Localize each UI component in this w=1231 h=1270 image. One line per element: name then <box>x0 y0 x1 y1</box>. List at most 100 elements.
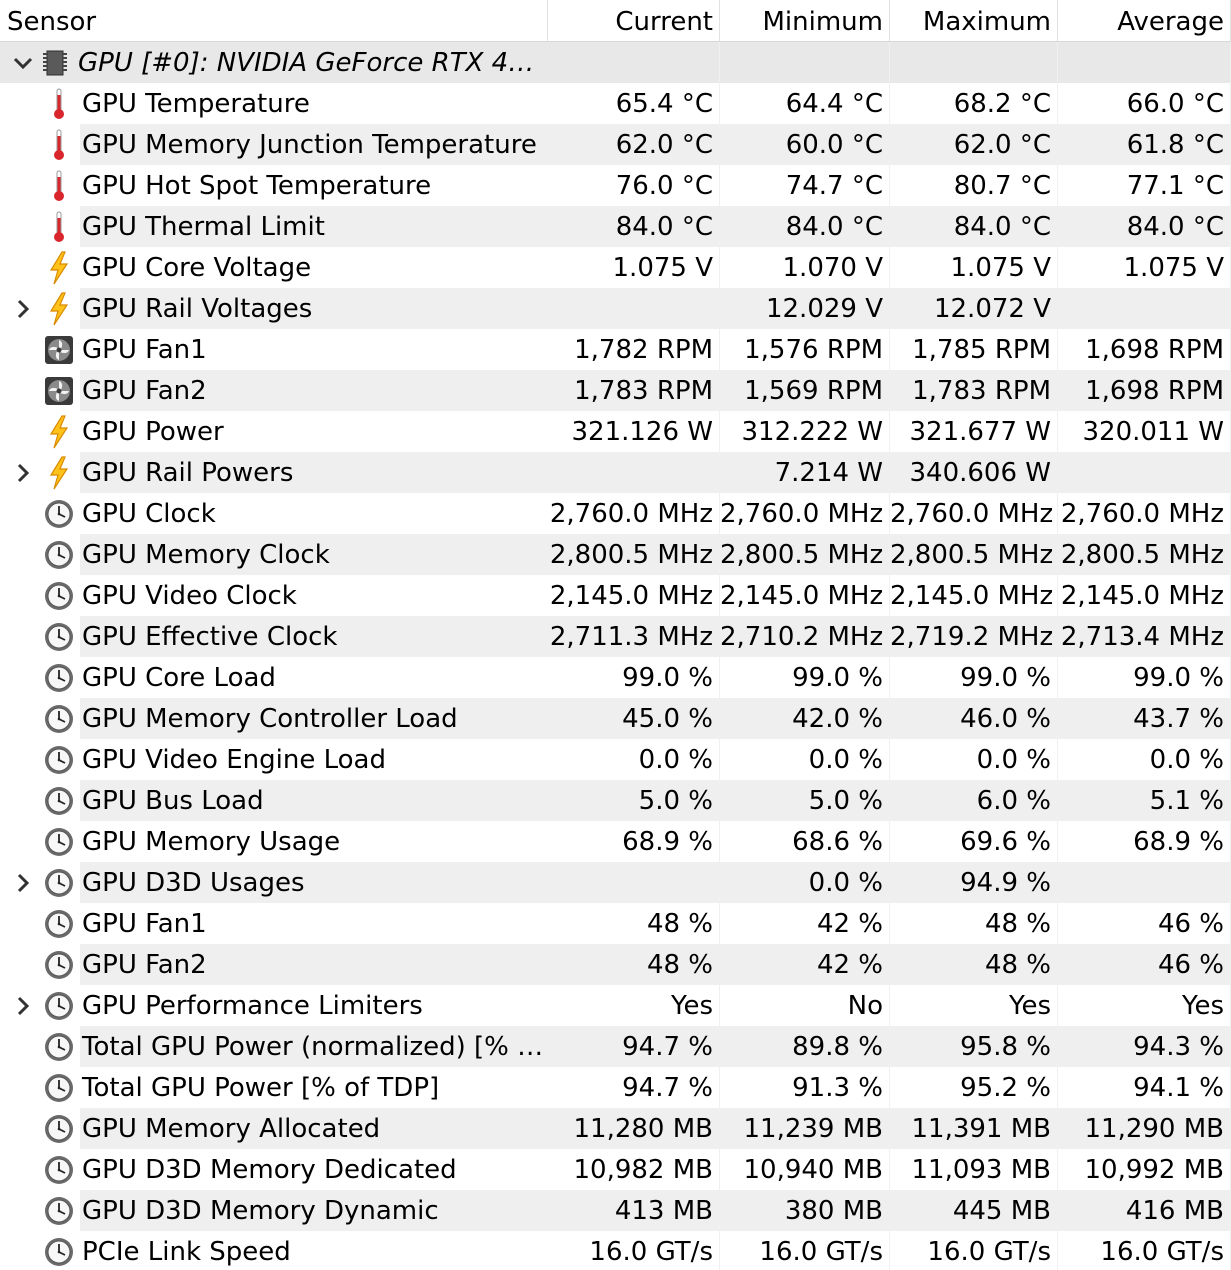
table-row[interactable]: GPU D3D Usages 0.0 % 94.9 % <box>0 862 1231 903</box>
sensor-label: GPU Bus Load <box>80 780 548 821</box>
value-maximum: 321.677 W <box>890 411 1058 452</box>
value-maximum: 94.9 % <box>890 862 1058 903</box>
table-row[interactable]: Total GPU Power [% of TDP] 94.7 % 91.3 % 95… <box>0 1067 1231 1108</box>
value-average: 0.0 % <box>1058 739 1231 780</box>
value-minimum: 7.214 W <box>720 452 890 493</box>
value-average: 2,800.5 MHz <box>1058 534 1231 575</box>
column-header-minimum[interactable]: Minimum <box>720 0 890 41</box>
value-maximum: 2,800.5 MHz <box>890 534 1058 575</box>
value-average: 94.1 % <box>1058 1067 1231 1108</box>
table-row[interactable]: GPU D3D Memory Dedicated 10,982 MB 10,940 … <box>0 1149 1231 1190</box>
value-minimum: 11,239 MB <box>720 1108 890 1149</box>
table-row[interactable]: GPU Performance Limiters Yes No Yes Yes <box>0 985 1231 1026</box>
column-header-average[interactable]: Average <box>1058 0 1231 41</box>
sensor-label: GPU D3D Memory Dynamic <box>80 1190 548 1231</box>
value-current: 2,145.0 MHz <box>548 575 720 616</box>
value-average: 11,290 MB <box>1058 1108 1231 1149</box>
table-row[interactable]: GPU Core Voltage 1.075 V 1.070 V 1.075 V 1.0… <box>0 247 1231 288</box>
value-average: 2,760.0 MHz <box>1058 493 1231 534</box>
sensor-label: GPU Memory Controller Load <box>80 698 548 739</box>
table-row[interactable]: GPU Fan2 1,783 RPM 1,569 RPM 1,783 RPM 1,698… <box>0 370 1231 411</box>
table-row[interactable]: GPU Rail Powers 7.214 W 340.606 W <box>0 452 1231 493</box>
table-row[interactable]: GPU Temperature 65.4 °C 64.4 °C 68.2 °C 66.0… <box>0 83 1231 124</box>
table-row[interactable]: GPU Memory Allocated 11,280 MB 11,239 MB 11… <box>0 1108 1231 1149</box>
fan-icon <box>42 333 76 367</box>
value-current: 99.0 % <box>548 657 720 698</box>
table-row[interactable]: GPU Video Engine Load 0.0 % 0.0 % 0.0 % 0.0 … <box>0 739 1231 780</box>
value-average: 5.1 % <box>1058 780 1231 821</box>
value-current: 65.4 °C <box>548 83 720 124</box>
value-maximum: 1.075 V <box>890 247 1058 288</box>
value-minimum: 68.6 % <box>720 821 890 862</box>
value-current <box>548 452 720 493</box>
sensor-label: GPU D3D Usages <box>80 862 548 903</box>
table-row[interactable]: GPU Video Clock 2,145.0 MHz 2,145.0 MHz 2,1… <box>0 575 1231 616</box>
value-current: 45.0 % <box>548 698 720 739</box>
table-row[interactable]: GPU Fan1 1,782 RPM 1,576 RPM 1,785 RPM 1,698… <box>0 329 1231 370</box>
clock-icon <box>42 866 76 900</box>
table-row[interactable]: GPU Clock 2,760.0 MHz 2,760.0 MHz 2,760.0 M… <box>0 493 1231 534</box>
clock-icon <box>42 620 76 654</box>
value-average: 68.9 % <box>1058 821 1231 862</box>
clock-icon <box>42 497 76 531</box>
table-row[interactable]: GPU Rail Voltages 12.029 V 12.072 V <box>0 288 1231 329</box>
value-maximum: 1,783 RPM <box>890 370 1058 411</box>
value-maximum: 48 % <box>890 944 1058 985</box>
clock-icon <box>42 1194 76 1228</box>
thermometer-icon <box>42 210 76 244</box>
lightning-icon <box>42 250 76 285</box>
value-maximum: 99.0 % <box>890 657 1058 698</box>
value-average <box>1058 862 1231 903</box>
table-row[interactable]: GPU Memory Clock 2,800.5 MHz 2,800.5 MHz 2,… <box>0 534 1231 575</box>
sensor-label: GPU Clock <box>82 499 216 529</box>
table-row[interactable]: Total GPU Power (normalized) [% o... 94.7… <box>0 1026 1231 1067</box>
sensor-label: GPU Video Clock <box>82 581 297 611</box>
column-header-maximum[interactable]: Maximum <box>890 0 1058 41</box>
value-average: 94.3 % <box>1058 1026 1231 1067</box>
chevron-right-icon[interactable] <box>8 298 38 320</box>
value-current: Yes <box>548 985 720 1026</box>
sensor-label: GPU Fan1 <box>82 335 207 365</box>
table-row[interactable]: GPU Memory Junction Temperature 62.0 °C 60… <box>0 124 1231 165</box>
value-current: 94.7 % <box>548 1067 720 1108</box>
value-minimum: 0.0 % <box>720 862 890 903</box>
table-row[interactable]: GPU Memory Usage 68.9 % 68.6 % 69.6 % 68.9 % <box>0 821 1231 862</box>
table-row[interactable]: GPU Memory Controller Load 45.0 % 42.0 % 46… <box>0 698 1231 739</box>
clock-icon <box>42 948 76 982</box>
table-row[interactable]: GPU Bus Load 5.0 % 5.0 % 6.0 % 5.1 % <box>0 780 1231 821</box>
value-average: 61.8 °C <box>1058 124 1231 165</box>
sensor-label: GPU Hot Spot Temperature <box>82 171 432 201</box>
table-row[interactable]: PCIe Link Speed 16.0 GT/s 16.0 GT/s 16.0 GT… <box>0 1231 1231 1270</box>
value-average: 46 % <box>1058 944 1231 985</box>
sensor-label: GPU Fan2 <box>80 944 548 985</box>
group-row-gpu[interactable]: GPU [#0]: NVIDIA GeForce RTX 4080: <box>0 42 1231 83</box>
sensor-table: Sensor Current Minimum Maximum Average G… <box>0 0 1231 1270</box>
chevron-right-icon[interactable] <box>8 872 38 894</box>
table-row[interactable]: GPU Fan2 48 % 42 % 48 % 46 % <box>0 944 1231 985</box>
sensor-label: GPU Video Engine Load <box>82 745 386 775</box>
column-header-sensor[interactable]: Sensor <box>0 0 548 41</box>
value-average: 416 MB <box>1058 1190 1231 1231</box>
chevron-down-icon[interactable] <box>8 51 38 75</box>
fan-icon <box>42 374 76 408</box>
table-row[interactable]: GPU Fan1 48 % 42 % 48 % 46 % <box>0 903 1231 944</box>
chevron-right-icon[interactable] <box>8 462 38 484</box>
table-row[interactable]: GPU Thermal Limit 84.0 °C 84.0 °C 84.0 °C 84… <box>0 206 1231 247</box>
value-minimum: 89.8 % <box>720 1026 890 1067</box>
chevron-right-icon[interactable] <box>8 995 38 1017</box>
chip-icon <box>38 46 72 80</box>
value-current: 413 MB <box>548 1190 720 1231</box>
value-maximum: 12.072 V <box>890 288 1058 329</box>
column-header-current[interactable]: Current <box>548 0 720 41</box>
clock-icon <box>42 743 76 777</box>
table-row[interactable]: GPU D3D Memory Dynamic 413 MB 380 MB 445 MB… <box>0 1190 1231 1231</box>
value-current: 5.0 % <box>548 780 720 821</box>
table-row[interactable]: GPU Power 321.126 W 312.222 W 321.677 W 320.… <box>0 411 1231 452</box>
value-current: 2,760.0 MHz <box>548 493 720 534</box>
table-row[interactable]: GPU Effective Clock 2,711.3 MHz 2,710.2 MH… <box>0 616 1231 657</box>
table-row[interactable]: GPU Core Load 99.0 % 99.0 % 99.0 % 99.0 % <box>0 657 1231 698</box>
value-minimum: 2,710.2 MHz <box>720 616 890 657</box>
sensor-label: GPU Core Load <box>82 663 276 693</box>
table-row[interactable]: GPU Hot Spot Temperature 76.0 °C 74.7 °C 80… <box>0 165 1231 206</box>
value-average: 2,145.0 MHz <box>1058 575 1231 616</box>
